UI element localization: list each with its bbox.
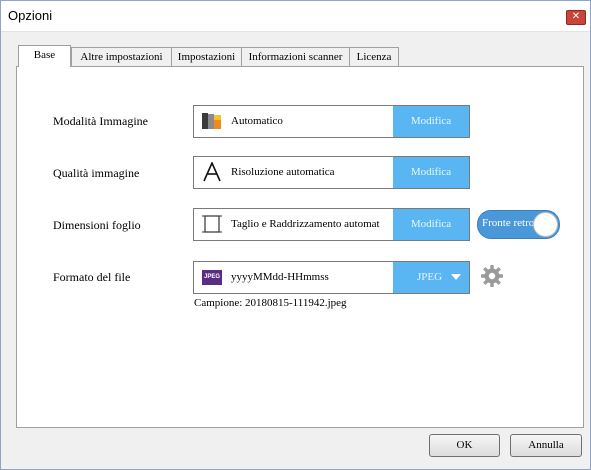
window-title: Opzioni [8, 8, 53, 23]
duplex-toggle[interactable]: Fronte retro [477, 210, 560, 239]
tab-label: Impostazioni [177, 51, 236, 63]
tab-panel-base: Modalità Immagine Automatico Modifica Qu… [16, 66, 584, 428]
image-mode-value: Automatico [231, 115, 283, 127]
image-quality-value: Risoluzione automatica [231, 166, 335, 178]
gear-icon[interactable] [480, 264, 504, 288]
tab-label: Informazioni scanner [248, 51, 343, 63]
image-quality-edit-button[interactable]: Modifica [393, 157, 469, 188]
tab-label: Licenza [356, 51, 392, 63]
image-quality-label: Qualità immagine [53, 166, 140, 180]
ok-button[interactable]: OK [429, 434, 500, 457]
font-a-icon [201, 161, 223, 182]
tab-label: Altre impostazioni [80, 51, 163, 63]
image-mode-edit-button[interactable]: Modifica [393, 106, 469, 137]
image-quality-field[interactable]: Risoluzione automatica Modifica [193, 156, 470, 189]
color-mode-icon [201, 111, 223, 131]
tab-impostazioni[interactable]: Impostazioni [171, 47, 242, 66]
tab-label: Base [33, 49, 56, 61]
duplex-toggle-label: Fronte retro [482, 217, 535, 229]
page-size-edit-button[interactable]: Modifica [393, 209, 469, 240]
close-button[interactable]: ✕ [566, 10, 586, 25]
file-format-field[interactable]: JPEG yyyyMMdd-HHmmss JPEG [193, 261, 470, 294]
tab-base[interactable]: Base [18, 45, 71, 67]
jpeg-icon: JPEG [202, 270, 222, 285]
toggle-knob [533, 212, 558, 237]
image-mode-field[interactable]: Automatico Modifica [193, 105, 470, 138]
file-name-pattern: yyyyMMdd-HHmmss [231, 271, 329, 283]
tab-altre-impostazioni[interactable]: Altre impostazioni [71, 47, 172, 66]
chevron-down-icon [451, 274, 461, 280]
title-bar: Opzioni ✕ [1, 1, 590, 32]
options-dialog: Opzioni ✕ Base Altre impostazioni Impost… [0, 0, 591, 470]
cancel-button[interactable]: Annulla [510, 434, 582, 457]
page-size-value: Taglio e Raddrizzamento automat [231, 218, 380, 230]
page-size-label: Dimensioni foglio [53, 218, 141, 232]
sample-filename: Campione: 20180815-111942.jpeg [194, 297, 347, 309]
file-format-label: Formato del file [53, 270, 131, 284]
page-crop-icon [201, 214, 223, 234]
page-size-field[interactable]: Taglio e Raddrizzamento automat Modifica [193, 208, 470, 241]
file-format-dropdown[interactable]: JPEG [393, 262, 469, 293]
close-icon: ✕ [571, 11, 581, 22]
tab-informazioni-scanner[interactable]: Informazioni scanner [241, 47, 350, 66]
tab-licenza[interactable]: Licenza [349, 47, 399, 66]
image-mode-label: Modalità Immagine [53, 114, 148, 128]
file-format-selected: JPEG [417, 271, 443, 283]
